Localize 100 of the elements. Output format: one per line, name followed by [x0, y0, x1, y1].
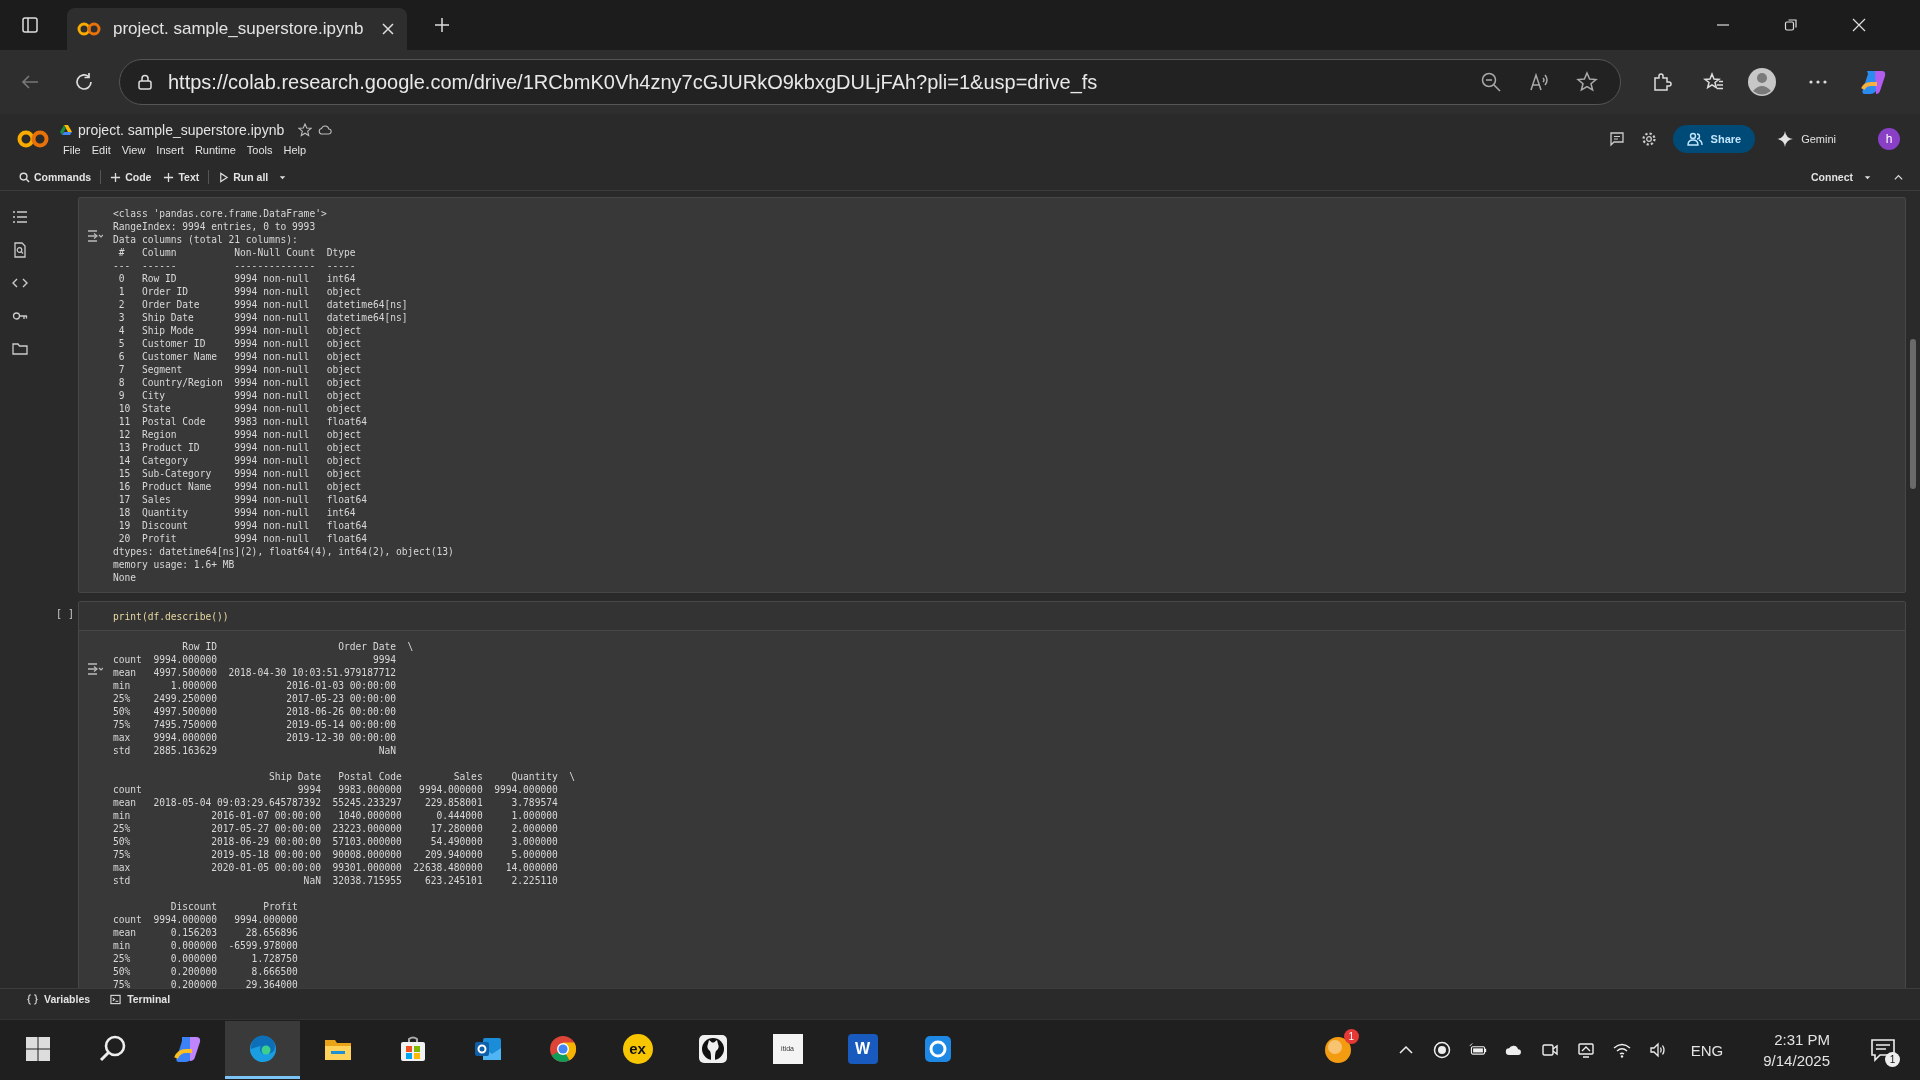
menu-item[interactable]: Tools — [246, 144, 273, 156]
output-line: 2 Order Date 9994 non-null datetime64[ns] — [117, 298, 409, 311]
chat-bubble-icon[interactable] — [1870, 1037, 1896, 1063]
code-line: print(df.describe()) — [113, 610, 229, 622]
code-editor[interactable]: print(df.describe()) — [79, 602, 1905, 631]
output-line: 13 Product ID 9994 non-null object — [117, 441, 363, 454]
output-line: 20 Profit 9994 non-null float64 — [117, 532, 369, 545]
output-line: 15 Sub-Category 9994 non-null object — [117, 467, 363, 480]
settings-icon[interactable] — [1640, 131, 1657, 147]
colab-logo-icon[interactable] — [16, 129, 50, 149]
output-line: mean 0.156203 28.656896 — [113, 926, 299, 939]
output-line: Data columns (total 21 columns): — [113, 233, 299, 246]
wifi-icon[interactable] — [1612, 1041, 1631, 1059]
output-toggle-icon[interactable] — [87, 662, 103, 676]
user-avatar[interactable]: h — [1878, 128, 1900, 150]
output-toggle-icon[interactable] — [87, 229, 103, 243]
output-line: 6 Customer Name 9994 non-null object — [117, 350, 363, 363]
lock-icon — [136, 73, 154, 91]
output-line: max 9994.000000 2019-12-30 00:00:00 — [113, 731, 398, 744]
output-line: 1 Order ID 9994 non-null object — [117, 285, 363, 298]
output-line: 0 Row ID 9994 non-null int64 — [117, 272, 357, 285]
cloud-icon — [318, 123, 333, 137]
output-line: max 2020-01-05 00:00:00 99301.000000 22638.480000 14.000000 — [113, 861, 559, 874]
menu-item[interactable]: File — [63, 144, 81, 156]
speaker-icon[interactable] — [1648, 1041, 1667, 1059]
output-line: min 0.000000 -6599.978000 — [113, 939, 299, 952]
restore-icon[interactable] — [1784, 18, 1798, 32]
output-line: 12 Region 9994 non-null object — [117, 428, 363, 441]
output-line: count 9994.000000 9994 — [113, 653, 398, 666]
output-line: 8 Country/Region 9994 non-null object — [117, 376, 363, 389]
star-icon[interactable] — [1576, 71, 1598, 93]
notebook-title[interactable]: project. sample_superstore.ipynb — [78, 122, 285, 138]
refresh-icon[interactable] — [73, 71, 95, 93]
output-line: std NaN 32038.715955 623.245101 2.225110 — [113, 874, 559, 887]
read-aloud-icon[interactable] — [1528, 71, 1550, 93]
new-tab-icon[interactable] — [433, 16, 451, 34]
folder-icon[interactable] — [12, 341, 28, 357]
app-logo: ex — [622, 1033, 653, 1064]
output-line: <class 'pandas.core.frame.DataFrame'> — [113, 207, 328, 220]
camera-icon[interactable] — [1540, 1041, 1559, 1059]
output-line: 50% 2018-06-29 00:00:00 57103.000000 54.490000 3.000000 — [113, 835, 559, 848]
star-icon[interactable] — [298, 123, 313, 137]
zoom-out-icon[interactable] — [1480, 71, 1502, 93]
taskbar-app[interactable] — [225, 1021, 300, 1079]
taskbar-app[interactable]: ex — [600, 1021, 675, 1079]
run-cell-indicator[interactable]: [ ] — [56, 608, 78, 619]
menu-item[interactable]: View — [121, 144, 146, 156]
search-icon — [19, 171, 30, 183]
output-line: Discount Profit — [169, 900, 299, 913]
menu-item[interactable]: Insert — [156, 144, 184, 156]
panel-button[interactable]: Terminal — [107, 989, 174, 1009]
output-line: 16 Product Name 9994 non-null object — [117, 480, 363, 493]
windows-logo-icon — [24, 1035, 51, 1062]
language-indicator[interactable]: ENG — [1690, 1041, 1724, 1059]
toolbar-button[interactable]: Code — [107, 171, 155, 183]
output-line: 75% 0.200000 29.364000 — [113, 978, 299, 988]
clock-date: 9/14/2025 — [1763, 1052, 1830, 1069]
output-line: count 9994 9983.000000 9994.000000 9994.000000 — [113, 783, 559, 796]
comment-icon[interactable] — [1608, 131, 1625, 147]
output-line: Row ID Order Date \ — [181, 640, 415, 653]
scrollbar-thumb[interactable] — [1910, 339, 1916, 489]
output-line: 9 City 9994 non-null object — [117, 389, 363, 402]
document-search-icon[interactable] — [12, 242, 28, 258]
terminal-icon — [110, 993, 122, 1005]
close-icon[interactable] — [381, 22, 395, 36]
close-icon[interactable] — [1852, 18, 1866, 32]
clock[interactable]: 2:31 PM 9/14/2025 — [1763, 1031, 1830, 1069]
output-line: # Column Non-Null Count Dtype — [117, 246, 357, 259]
output-line: memory usage: 1.6+ MB — [113, 558, 236, 571]
toolbar-button[interactable]: Commands — [16, 171, 95, 183]
output-line: 75% 2019-05-18 00:00:00 90008.000000 209.940000 5.000000 — [113, 848, 559, 861]
menu-item[interactable]: Runtime — [194, 144, 236, 156]
output-line: 75% 7495.750000 2019-05-14 00:00:00 — [113, 718, 398, 731]
menu-item[interactable]: Help — [283, 144, 307, 156]
list-icon[interactable] — [12, 209, 28, 225]
drive-icon — [60, 124, 72, 136]
puzzle-icon[interactable] — [1651, 71, 1673, 93]
connect-button[interactable]: Connect — [1808, 171, 1856, 183]
play-icon — [218, 171, 230, 183]
output-line: RangeIndex: 9994 entries, 0 to 9993 — [113, 220, 317, 233]
profile-avatar-icon[interactable] — [1747, 67, 1777, 97]
menu-item[interactable]: Edit — [91, 144, 111, 156]
share-button[interactable]: Share — [1672, 125, 1756, 153]
gemini-button[interactable]: Gemini — [1771, 131, 1842, 147]
sidebar-icon[interactable] — [21, 16, 39, 34]
record-icon[interactable] — [1432, 1041, 1451, 1059]
output-line: 7 Segment 9994 non-null object — [117, 363, 363, 376]
plus-icon — [163, 171, 175, 183]
notification-badge: 1 — [1343, 1029, 1359, 1044]
panel-button[interactable]: Variables — [24, 989, 94, 1009]
address-field[interactable]: https://colab.research.google.com/drive/1RCbmK0Vh4zny7cGJURkO9kbxgDULjFAh?pli=1&usp=drive_fs — [119, 59, 1621, 105]
taskbar-app[interactable]: W — [825, 1021, 900, 1079]
toolbar-button[interactable]: Text — [160, 171, 203, 183]
browser-tab[interactable]: project. sample_superstore.ipynb — [67, 8, 407, 50]
output-line: Ship Date Postal Code Sales Quantity \ — [267, 770, 576, 783]
output-line: 5 Customer ID 9994 non-null object — [117, 337, 363, 350]
monitor-icon[interactable] — [1576, 1041, 1595, 1059]
output-line: std 2885.163629 NaN — [113, 744, 398, 757]
output-line: 14 Category 9994 non-null object — [117, 454, 363, 467]
toolbar-button[interactable]: Run all — [215, 171, 272, 183]
